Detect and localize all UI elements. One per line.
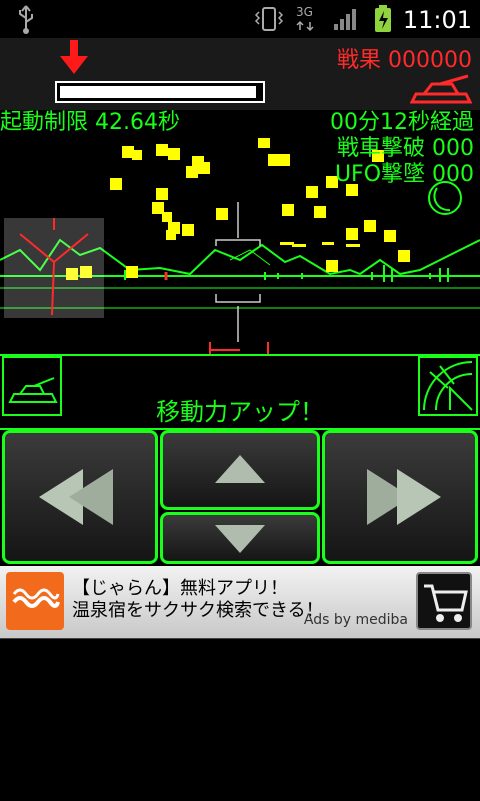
elapsed-time-label: 00分12秒経過 — [330, 110, 474, 135]
move-forward-button[interactable] — [160, 430, 320, 510]
rotate-right-button[interactable] — [322, 430, 478, 564]
clock: 11:01 — [402, 6, 472, 34]
jalan-app-logo — [6, 572, 64, 630]
enemy-tank-icon — [410, 74, 472, 104]
time-limit-label: 起動制限 42.64秒 — [0, 110, 180, 135]
down-triangle-icon — [215, 525, 265, 553]
rotate-left-button[interactable] — [2, 430, 158, 564]
ad-banner[interactable]: 【じゃらん】無料アプリ！ 温泉宿をサクサク検索できる！ Ads by medib… — [0, 566, 480, 638]
up-triangle-icon — [215, 455, 265, 483]
status-bar: 3G 11:01 — [0, 0, 480, 38]
vibrate-icon — [254, 7, 284, 31]
heading-marker — [209, 342, 269, 354]
tanks-destroyed-label: 戦車撃破 000 — [337, 136, 474, 161]
ufo-destroyed-label: UFO撃墜 000 — [334, 162, 474, 187]
double-left-arrow-icon — [39, 469, 113, 525]
enemy-direction-arrow-icon — [60, 40, 88, 74]
3g-icon: 3G — [296, 5, 314, 32]
ad-cart-button[interactable] — [416, 572, 472, 630]
usb-icon — [19, 5, 33, 34]
move-backward-button[interactable] — [160, 512, 320, 564]
status-message: 移動力アップ！ — [156, 398, 324, 426]
empty-area — [0, 638, 480, 801]
battery-icon — [375, 5, 391, 32]
ad-attribution: Ads by mediba — [303, 612, 408, 628]
signal-icon — [334, 9, 356, 30]
shopping-cart-icon — [424, 584, 468, 622]
score-label: 戦果 000000 — [337, 48, 472, 73]
game-viewport[interactable]: 起動制限 42.64秒 00分12秒経過 戦車撃破 000 UFO撃墜 000 — [0, 110, 480, 354]
svg-text:3G: 3G — [296, 5, 313, 19]
energy-bar — [55, 81, 265, 103]
ad-description: 温泉宿をサクサク検索できる！ — [72, 600, 324, 621]
crosshair — [215, 202, 261, 342]
double-right-arrow-icon — [367, 469, 441, 525]
energy-bar-fill — [60, 86, 256, 98]
